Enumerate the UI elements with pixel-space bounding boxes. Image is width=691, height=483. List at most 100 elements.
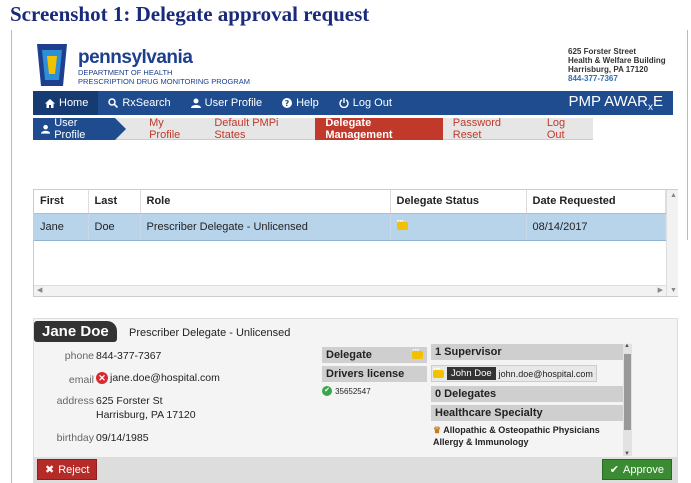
tab-my-profile[interactable]: My Profile xyxy=(139,117,204,141)
svg-text:?: ? xyxy=(285,99,290,108)
specialty-1: Allopathic & Osteopathic Physicians xyxy=(443,425,600,435)
profile-subnav: User Profile My Profile Default PMPi Sta… xyxy=(33,116,593,141)
delegate-bar-label: Delegate xyxy=(326,349,372,361)
cell-role: Prescriber Delegate - Unlicensed xyxy=(140,213,391,241)
drivers-license-number: 35652547 xyxy=(335,387,371,396)
approve-label: Approve xyxy=(623,463,664,476)
specialty-header: Healthcare Specialty xyxy=(431,405,631,421)
pending-status-icon xyxy=(412,345,423,359)
nav-logout-label: Log Out xyxy=(352,97,392,109)
search-icon xyxy=(108,98,119,108)
tab-default-pmpi-states[interactable]: Default PMPi States xyxy=(204,117,315,141)
subnav-current[interactable]: User Profile xyxy=(33,116,127,141)
email-value: ✕ jane.doe@hospital.com xyxy=(96,372,220,385)
specialty-list: ♛ Allopathic & Osteopathic Physicians Al… xyxy=(431,424,631,448)
keystone-logo xyxy=(37,44,67,86)
supervisor-email: john.doe@hospital.com xyxy=(498,368,593,379)
nav-rxsearch[interactable]: RxSearch xyxy=(98,91,180,115)
cell-date: 08/14/2017 xyxy=(526,213,666,241)
address-phone: 844-377-7367 xyxy=(568,74,618,83)
cell-last: Doe xyxy=(88,213,141,241)
delegates-header: 0 Delegates xyxy=(431,386,631,402)
scroll-up-icon[interactable]: ▲ xyxy=(670,192,677,199)
main-navbar: Home RxSearch User Profile ? Help Log Ou… xyxy=(33,91,673,115)
address-line-3: Harrisburg, PA 17120 xyxy=(568,65,649,74)
email-label: email xyxy=(68,374,94,386)
scroll-left-icon[interactable]: ◀ xyxy=(37,286,42,294)
phone-value: 844-377-7367 xyxy=(96,350,162,362)
email-text: jane.doe@hospital.com xyxy=(110,372,220,384)
table-row[interactable]: Jane Doe Prescriber Delegate - Unlicense… xyxy=(34,213,666,241)
scroll-right-icon[interactable]: ▶ xyxy=(658,286,663,294)
address-line-1-value: 625 Forster St xyxy=(96,395,163,407)
delegate-detail-panel: Jane Doe Prescriber Delegate - Unlicense… xyxy=(33,318,678,483)
drivers-license-bar: Drivers license xyxy=(322,366,427,382)
document-title: Screenshot 1: Delegate approval request xyxy=(10,2,370,26)
reject-label: Reject xyxy=(58,463,90,476)
column-role[interactable]: Role xyxy=(140,190,391,214)
nav-home-label: Home xyxy=(59,97,89,109)
column-last[interactable]: Last xyxy=(88,190,141,214)
specialty-item: ♛ Allopathic & Osteopathic Physicians xyxy=(433,424,631,436)
delegate-role: Prescriber Delegate - Unlicensed xyxy=(129,327,291,339)
drivers-license-row: ✔ 35652547 xyxy=(322,385,427,397)
scroll-up-icon[interactable]: ▲ xyxy=(624,343,630,349)
nav-logout[interactable]: Log Out xyxy=(329,91,402,115)
nav-help[interactable]: ? Help xyxy=(272,91,329,115)
close-icon: ✖ xyxy=(45,464,55,476)
checkmark-icon: ✔ xyxy=(609,464,620,476)
phone-label: phone xyxy=(64,350,94,362)
tab-log-out[interactable]: Log Out xyxy=(537,117,593,141)
home-icon xyxy=(45,98,55,108)
pmp-aware-brand: PMP AWARxE xyxy=(569,93,673,113)
approve-button[interactable]: ✔ Approve xyxy=(601,459,672,480)
address-line-2: Health & Welfare Building xyxy=(568,56,666,65)
user-icon xyxy=(190,98,201,108)
verified-check-icon: ✔ xyxy=(322,386,332,397)
action-footer: ✖ Reject ✔ Approve xyxy=(34,457,677,483)
scrollbar-thumb[interactable] xyxy=(624,354,631,430)
supervisor-chip[interactable]: John Doe john.doe@hospital.com xyxy=(431,364,597,382)
supervisors-header: 1 Supervisor xyxy=(431,344,631,360)
brand-dept-line-2: PRESCRIPTION DRUG MONITORING PROGRAM xyxy=(78,77,250,86)
brand-name: pennsylvania xyxy=(78,47,193,68)
nav-home[interactable]: Home xyxy=(33,91,99,115)
pending-status-icon xyxy=(433,364,444,378)
pending-status-icon xyxy=(396,216,408,230)
tab-password-reset[interactable]: Password Reset xyxy=(443,117,537,141)
brand-department: DEPARTMENT OF HEALTH PRESCRIPTION DRUG M… xyxy=(78,68,250,86)
birthday-label: birthday xyxy=(56,432,94,444)
delegate-bar: Delegate xyxy=(322,345,427,363)
column-date-requested[interactable]: Date Requested xyxy=(526,190,666,214)
specialty-sub-item: Allergy & Immunology xyxy=(433,437,529,447)
nav-user-profile-label: User Profile xyxy=(204,97,263,109)
brand-dept-line-1: DEPARTMENT OF HEALTH xyxy=(78,68,173,77)
office-address: 625 Forster Street Health & Welfare Buil… xyxy=(568,47,666,83)
delegate-name-badge: Jane Doe xyxy=(34,321,117,342)
relationships-scrollbar[interactable]: ▲ ▼ xyxy=(623,343,632,457)
frame-divider-right xyxy=(687,30,688,240)
reject-button[interactable]: ✖ Reject xyxy=(37,459,98,480)
column-delegate-status[interactable]: Delegate Status xyxy=(390,190,527,214)
help-icon: ? xyxy=(282,98,293,108)
brand-end: E xyxy=(652,93,663,110)
subnav-current-label: User Profile xyxy=(54,116,86,141)
table-vertical-scrollbar[interactable]: ▲ ▼ xyxy=(666,190,678,296)
nav-user-profile[interactable]: User Profile xyxy=(181,91,272,115)
tab-delegate-management[interactable]: Delegate Management xyxy=(315,117,443,141)
scroll-down-icon[interactable]: ▼ xyxy=(670,287,677,294)
nav-rxsearch-label: RxSearch xyxy=(122,97,171,109)
address-label: address xyxy=(56,395,94,407)
column-first[interactable]: First xyxy=(34,190,89,214)
frame-divider-left xyxy=(11,30,12,483)
brand-main: PMP AWAR xyxy=(568,93,648,110)
crown-icon: ♛ xyxy=(433,425,442,435)
credentials-column: Delegate Drivers license ✔ 35652547 xyxy=(322,345,427,397)
relationships-column: 1 Supervisor John Doe john.doe@hospital.… xyxy=(431,344,631,456)
address-line-1: 625 Forster Street xyxy=(568,47,637,56)
cell-status xyxy=(390,213,527,241)
table-horizontal-scrollbar[interactable]: ◀ ▶ xyxy=(34,285,666,296)
user-icon xyxy=(41,124,51,134)
table-header-row: First Last Role Delegate Status Date Req… xyxy=(34,190,666,214)
unverified-x-icon: ✕ xyxy=(96,372,108,385)
